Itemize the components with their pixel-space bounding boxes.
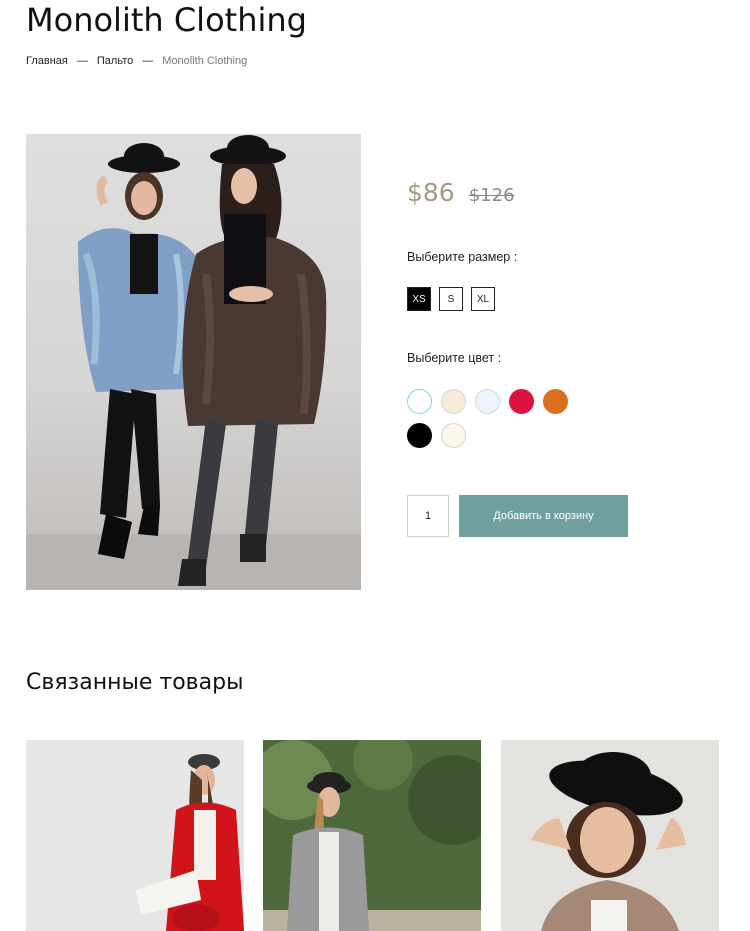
color-swatch-orange[interactable] [543,389,568,414]
product-main-image[interactable] [26,134,361,590]
color-label: Выберите цвет : [407,351,502,365]
page-title: Monolith Clothing [26,1,307,39]
color-swatch-crimson[interactable] [509,389,534,414]
size-label: Выберите размер : [407,250,518,264]
current-price: $86 [407,178,455,207]
color-swatch-pale-blue[interactable] [475,389,500,414]
related-product-card[interactable] [501,740,719,931]
add-to-cart-button[interactable]: Добавить в корзину [459,495,628,537]
breadcrumb: Главная — Пальто — Monolith Clothing [26,55,247,67]
color-swatch-black[interactable] [407,423,432,448]
size-option-xl[interactable]: XL [471,287,495,311]
breadcrumb-category-link[interactable]: Пальто [97,55,133,67]
breadcrumb-home-link[interactable]: Главная [26,55,68,67]
related-product-card[interactable] [26,740,244,931]
related-products-title: Связанные товары [26,670,244,695]
color-swatch-ivory[interactable] [441,423,466,448]
size-selector: XS S XL [407,287,495,311]
breadcrumb-separator: — [142,55,154,67]
size-option-xs[interactable]: XS [407,287,431,311]
quantity-input[interactable] [407,495,449,537]
old-price: $126 [468,185,515,206]
related-product-card[interactable] [263,740,481,931]
color-swatch-cream[interactable] [441,389,466,414]
price-row: $86 $126 [407,178,515,207]
breadcrumb-current: Monolith Clothing [162,55,248,67]
color-selector [407,389,587,448]
breadcrumb-separator: — [76,55,88,67]
color-swatch-light-cyan[interactable] [407,389,432,414]
size-option-s[interactable]: S [439,287,463,311]
